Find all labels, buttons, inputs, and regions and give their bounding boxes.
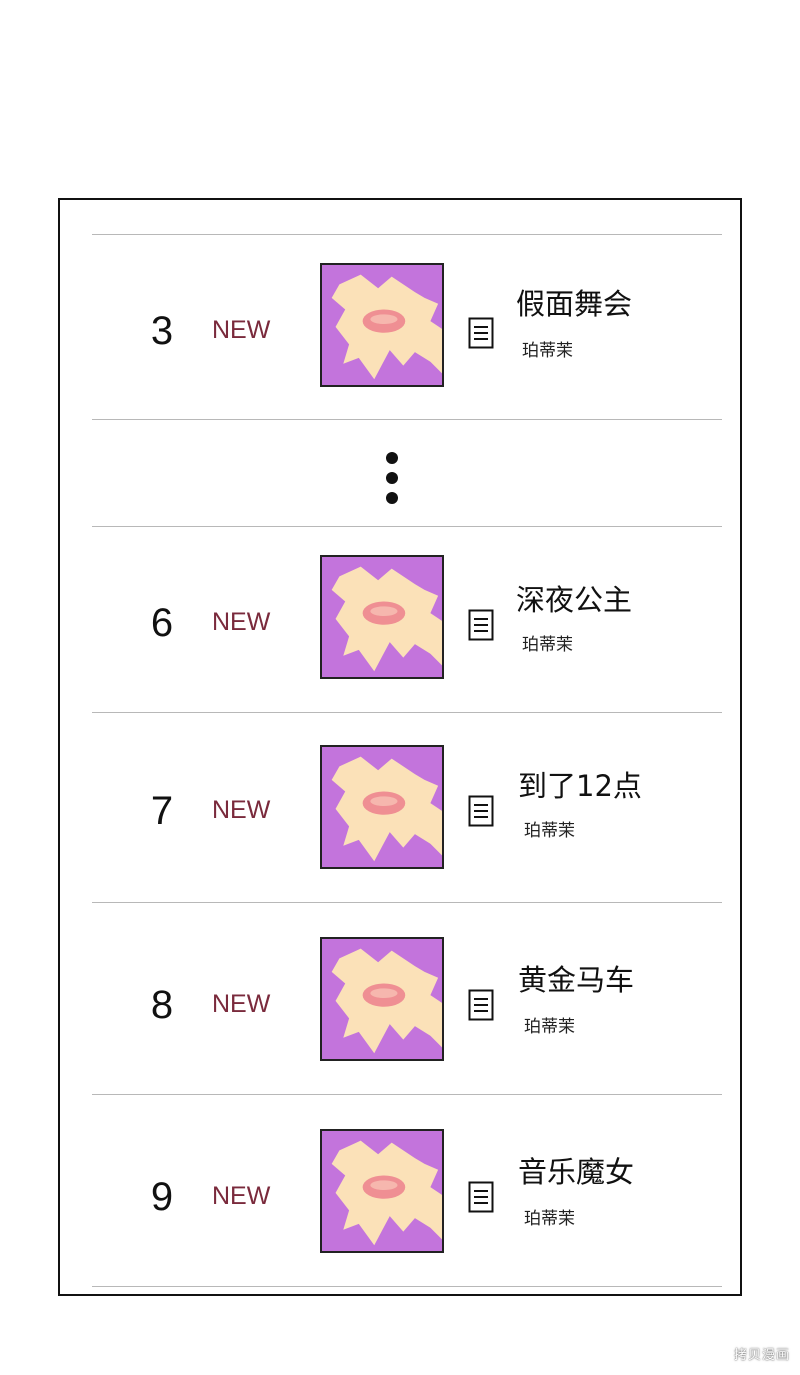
divider xyxy=(92,1286,722,1287)
document-lines-icon[interactable] xyxy=(468,1181,494,1213)
episode-list-panel: 3 NEW 假面舞会 珀蒂茉 6 NEW 深夜公主 珀蒂茉 7 NEW 到了12… xyxy=(58,198,742,1296)
rank-number: 7 xyxy=(150,789,174,833)
cover-thumbnail[interactable] xyxy=(320,555,444,679)
rank-number: 8 xyxy=(150,983,174,1027)
new-badge: NEW xyxy=(212,316,271,344)
list-item[interactable]: 7 NEW 到了12点 珀蒂茉 xyxy=(60,713,740,901)
cover-thumbnail[interactable] xyxy=(320,1129,444,1253)
ellipsis-dot xyxy=(386,472,398,484)
episode-title[interactable]: 到了12点 xyxy=(518,769,642,803)
ellipsis-dot xyxy=(386,452,398,464)
document-lines-icon[interactable] xyxy=(468,609,494,641)
author-name: 珀蒂茉 xyxy=(524,1017,575,1037)
author-name: 珀蒂茉 xyxy=(524,1209,575,1229)
ellipsis-dot xyxy=(386,492,398,504)
cover-thumbnail[interactable] xyxy=(320,745,444,869)
new-badge: NEW xyxy=(212,608,271,636)
document-lines-icon[interactable] xyxy=(468,989,494,1021)
document-lines-icon[interactable] xyxy=(468,795,494,827)
author-name: 珀蒂茉 xyxy=(522,635,573,655)
author-name: 珀蒂茉 xyxy=(522,341,573,361)
rank-number: 9 xyxy=(150,1175,174,1219)
episode-title[interactable]: 假面舞会 xyxy=(516,287,632,321)
episode-title[interactable]: 黄金马车 xyxy=(518,963,634,997)
episode-title[interactable]: 音乐魔女 xyxy=(518,1155,634,1189)
list-item[interactable]: 3 NEW 假面舞会 珀蒂茉 xyxy=(60,235,740,419)
cover-thumbnail[interactable] xyxy=(320,937,444,1061)
list-item[interactable]: 8 NEW 黄金马车 珀蒂茉 xyxy=(60,903,740,1093)
author-name: 珀蒂茉 xyxy=(524,821,575,841)
rank-number: 6 xyxy=(150,601,174,645)
cover-thumbnail[interactable] xyxy=(320,263,444,387)
new-badge: NEW xyxy=(212,1182,271,1210)
list-item[interactable]: 9 NEW 音乐魔女 珀蒂茉 xyxy=(60,1095,740,1285)
rank-number: 3 xyxy=(150,309,174,353)
vertical-ellipsis-icon[interactable] xyxy=(380,448,404,508)
watermark: 拷贝漫画 xyxy=(733,1348,790,1363)
new-badge: NEW xyxy=(212,796,271,824)
new-badge: NEW xyxy=(212,990,271,1018)
divider xyxy=(92,419,722,420)
episode-title[interactable]: 深夜公主 xyxy=(516,583,632,617)
list-item[interactable]: 6 NEW 深夜公主 珀蒂茉 xyxy=(60,527,740,711)
document-lines-icon[interactable] xyxy=(468,317,494,349)
